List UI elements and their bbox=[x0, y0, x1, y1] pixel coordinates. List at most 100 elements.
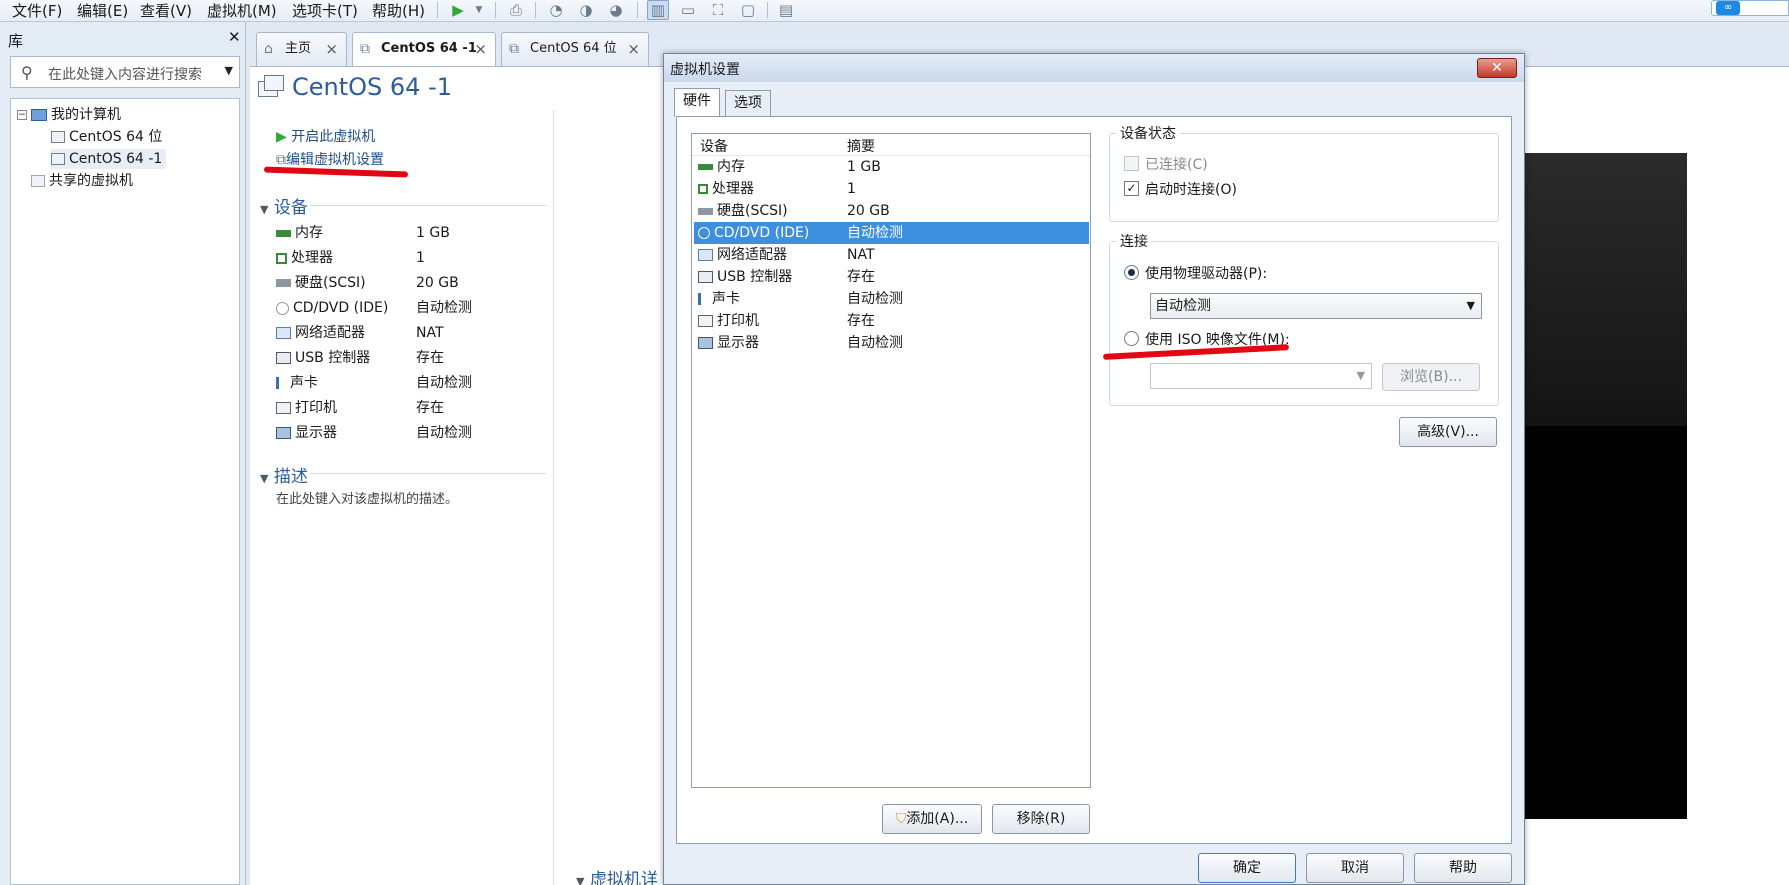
list-item[interactable]: 显示器 自动检测 bbox=[694, 332, 1089, 354]
memory-icon bbox=[276, 229, 291, 237]
unity-icon[interactable]: ▢ bbox=[737, 0, 759, 20]
list-item[interactable]: 内存 1 GB bbox=[694, 156, 1089, 178]
chevron-down-icon[interactable]: ▼ bbox=[468, 0, 490, 20]
menu-tabs[interactable]: 选项卡(T) bbox=[290, 1, 360, 21]
list-item[interactable]: USB 控制器 存在 bbox=[694, 266, 1089, 288]
item-name: 网络适配器 bbox=[717, 247, 787, 263]
cancel-button[interactable]: 取消 bbox=[1306, 853, 1404, 883]
console-view-icon[interactable]: ▤ bbox=[775, 0, 797, 20]
snapshot-manager-icon[interactable]: ◕ bbox=[605, 0, 627, 20]
device-row-sound[interactable]: 声卡 自动检测 bbox=[276, 373, 472, 393]
send-keys-icon[interactable]: ⎙ bbox=[505, 0, 527, 20]
connected-checkbox[interactable] bbox=[1124, 156, 1139, 171]
close-icon[interactable]: × bbox=[325, 33, 338, 65]
menu-view[interactable]: 查看(V) bbox=[138, 1, 194, 21]
menu-help[interactable]: 帮助(H) bbox=[370, 1, 427, 21]
power-on-icon[interactable]: ▶ bbox=[447, 0, 469, 20]
vm-settings-dialog: 虚拟机设置 ✕ 硬件 选项 设备 摘要 内存 1 GB 处理器 1 硬盘(SCSI)… bbox=[663, 53, 1525, 885]
connect-at-power-on-checkbox[interactable]: ✓ bbox=[1124, 181, 1139, 196]
browse-button[interactable]: 浏览(B)... bbox=[1382, 363, 1480, 391]
edit-vm-settings-link[interactable]: ⧉编辑虚拟机设置 bbox=[276, 149, 384, 169]
usb-icon bbox=[276, 352, 291, 364]
ok-button[interactable]: 确定 bbox=[1198, 853, 1296, 883]
tab-label: CentOS 64 位 bbox=[530, 41, 617, 56]
library-panel: 库 ✕ ⚲ 在此处键入内容进行搜索 ▼ − 我的计算机 CentOS 64 位 … bbox=[0, 22, 246, 885]
menu-edit[interactable]: 编辑(E) bbox=[75, 1, 130, 21]
fullscreen-icon[interactable]: ⛶ bbox=[707, 0, 729, 20]
tab-hardware[interactable]: 硬件 bbox=[674, 88, 720, 117]
printer-icon bbox=[276, 402, 291, 414]
chevron-down-icon: ▼ bbox=[1466, 299, 1475, 312]
vm-details-heading[interactable]: ▼ 虚拟机详 bbox=[576, 865, 658, 885]
item-name: USB 控制器 bbox=[717, 269, 793, 285]
advanced-button[interactable]: 高级(V)... bbox=[1399, 417, 1497, 447]
connected-label: 已连接(C) bbox=[1145, 157, 1208, 173]
vm-console-preview[interactable] bbox=[1525, 153, 1687, 819]
tab-options[interactable]: 选项 bbox=[725, 90, 771, 116]
tab-centos-64[interactable]: ⧉ CentOS 64 位 × bbox=[501, 32, 649, 66]
settings-icon: ⧉ bbox=[276, 152, 286, 168]
thumbnail-bar-icon[interactable]: ▭ bbox=[677, 0, 699, 20]
show-library-icon[interactable]: ▥ bbox=[647, 0, 669, 20]
snapshot-icon[interactable]: ◔ bbox=[545, 0, 567, 20]
tree-shared-vms[interactable]: 共享的虚拟机 bbox=[31, 171, 133, 191]
close-icon[interactable]: × bbox=[474, 33, 487, 65]
list-item[interactable]: 声卡 自动检测 bbox=[694, 288, 1089, 310]
hardware-panel: 设备 摘要 内存 1 GB 处理器 1 硬盘(SCSI) 20 GB CD/DVD (… bbox=[676, 116, 1512, 844]
list-item[interactable]: 处理器 1 bbox=[694, 178, 1089, 200]
collapse-icon[interactable]: − bbox=[17, 110, 27, 120]
close-button[interactable]: ✕ bbox=[1477, 58, 1517, 78]
menu-vm[interactable]: 虚拟机(M) bbox=[205, 1, 279, 21]
menu-file[interactable]: 文件(F) bbox=[10, 1, 64, 21]
close-icon[interactable]: ✕ bbox=[228, 28, 241, 46]
tree-my-computer[interactable]: 我的计算机 bbox=[31, 105, 121, 125]
device-row-printer[interactable]: 打印机 存在 bbox=[276, 398, 444, 418]
tree-vm-item[interactable]: CentOS 64 -1 bbox=[51, 149, 167, 169]
chevron-down-icon[interactable]: ▼ bbox=[225, 64, 233, 77]
device-row-memory[interactable]: 内存 1 GB bbox=[276, 223, 450, 243]
list-item[interactable]: 网络适配器 NAT bbox=[694, 244, 1089, 266]
tab-home[interactable]: ⌂ 主页 × bbox=[256, 32, 347, 66]
help-button[interactable]: 帮助 bbox=[1414, 853, 1512, 883]
connect-at-power-on-label: 启动时连接(O) bbox=[1145, 182, 1237, 198]
item-name: 内存 bbox=[717, 159, 745, 175]
device-row-usb[interactable]: USB 控制器 存在 bbox=[276, 348, 444, 368]
list-item-selected[interactable]: CD/DVD (IDE) 自动检测 bbox=[694, 222, 1089, 244]
description-field[interactable]: 在此处键入对该虚拟机的描述。 bbox=[276, 488, 458, 507]
physical-drive-select[interactable]: 自动检测 ▼ bbox=[1150, 293, 1482, 319]
item-summary: 存在 bbox=[847, 313, 875, 329]
shared-vm-icon bbox=[31, 175, 45, 187]
iso-image-radio[interactable] bbox=[1124, 331, 1139, 346]
item-name: 显示器 bbox=[717, 335, 759, 351]
play-icon: ▶ bbox=[276, 129, 287, 145]
device-row-cdrom[interactable]: CD/DVD (IDE) 自动检测 bbox=[276, 298, 472, 318]
section-label: 设备 bbox=[273, 198, 308, 218]
iso-path-combobox[interactable]: ▼ bbox=[1150, 363, 1372, 389]
device-row-harddisk[interactable]: 硬盘(SCSI) 20 GB bbox=[276, 273, 459, 293]
tab-centos-1[interactable]: ⧉ CentOS 64 -1 × bbox=[352, 32, 496, 66]
search-input[interactable]: ⚲ 在此处键入内容进行搜索 ▼ bbox=[10, 56, 240, 88]
device-name: 网络适配器 bbox=[295, 325, 365, 341]
device-row-network[interactable]: 网络适配器 NAT bbox=[276, 323, 444, 343]
devices-heading[interactable]: ▼ 设备 bbox=[260, 193, 308, 218]
revert-snapshot-icon[interactable]: ◑ bbox=[575, 0, 597, 20]
list-item[interactable]: 硬盘(SCSI) 20 GB bbox=[694, 200, 1089, 222]
toolbar-separator bbox=[535, 2, 536, 18]
list-item[interactable]: 打印机 存在 bbox=[694, 310, 1089, 332]
column-header-device[interactable]: 设备 bbox=[700, 136, 728, 156]
cpu-icon bbox=[698, 184, 708, 194]
search-placeholder: 在此处键入内容进行搜索 bbox=[48, 67, 202, 83]
device-row-cpu[interactable]: 处理器 1 bbox=[276, 248, 425, 268]
close-icon[interactable]: × bbox=[627, 33, 640, 65]
description-heading[interactable]: ▼ 描述 bbox=[260, 462, 308, 487]
device-row-display[interactable]: 显示器 自动检测 bbox=[276, 423, 472, 443]
column-header-summary[interactable]: 摘要 bbox=[847, 136, 875, 156]
cloud-badge[interactable]: ∞ bbox=[1711, 0, 1789, 16]
device-list[interactable]: 设备 摘要 内存 1 GB 处理器 1 硬盘(SCSI) 20 GB CD/DVD (… bbox=[691, 133, 1091, 788]
physical-drive-radio[interactable] bbox=[1124, 265, 1139, 280]
tree-vm-item[interactable]: CentOS 64 位 bbox=[51, 127, 162, 147]
add-hardware-button[interactable]: ⛉添加(A)... bbox=[882, 804, 982, 834]
remove-hardware-button[interactable]: 移除(R) bbox=[992, 804, 1090, 834]
start-vm-link[interactable]: ▶ 开启此虚拟机 bbox=[276, 126, 375, 146]
device-value: NAT bbox=[416, 325, 444, 341]
